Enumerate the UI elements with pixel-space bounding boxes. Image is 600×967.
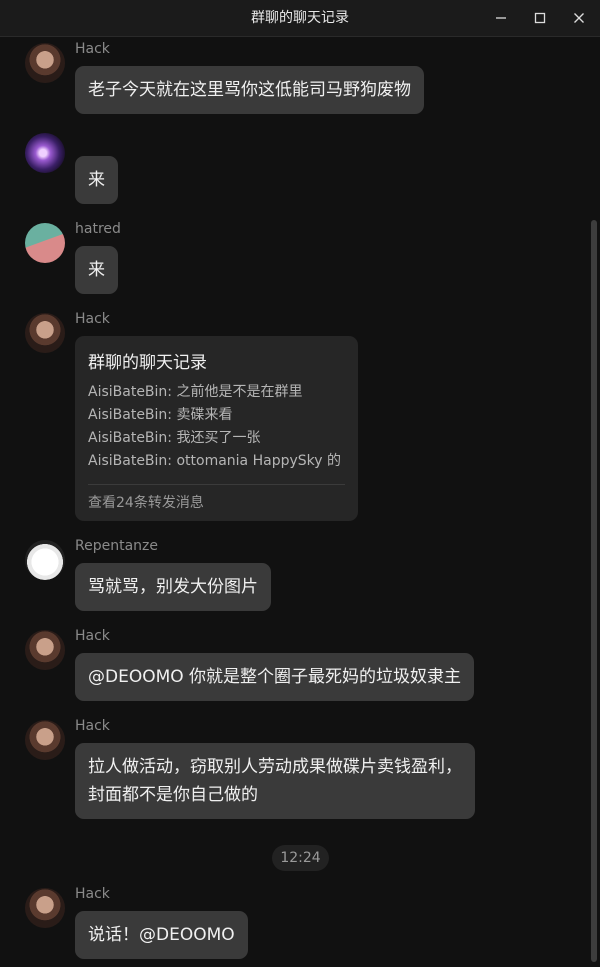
view-forwarded-messages-link[interactable]: 查看24条转发消息 — [88, 492, 204, 512]
forward-line: AisiBateBin: 卖碟来看 — [88, 407, 233, 423]
avatar[interactable] — [25, 888, 65, 928]
avatar[interactable] — [25, 540, 65, 580]
avatar[interactable] — [25, 720, 65, 760]
avatar[interactable] — [25, 223, 65, 263]
message-line: 封面都不是你自己做的 — [88, 785, 258, 805]
avatar[interactable] — [25, 630, 65, 670]
scrollbar[interactable] — [591, 220, 597, 962]
sender-name: Hack — [75, 41, 110, 57]
forward-title: 群聊的聊天记录 — [88, 353, 207, 373]
sender-name: hatred — [75, 221, 121, 237]
forward-line: AisiBateBin: ottomania HappySky 的 — [88, 453, 341, 469]
message-bubble[interactable]: 来 — [75, 246, 118, 294]
sender-name: Hack — [75, 628, 110, 644]
maximize-icon[interactable] — [525, 4, 555, 32]
message-bubble[interactable]: 老子今天就在这里骂你这低能司马野狗废物 — [75, 66, 424, 114]
forwarded-chat-card[interactable]: 群聊的聊天记录 AisiBateBin: 之前他是不是在群里 AisiBateB… — [75, 336, 358, 521]
avatar[interactable] — [25, 313, 65, 353]
sender-name: Repentanze — [75, 538, 158, 554]
sender-name: Hack — [75, 718, 110, 734]
divider — [88, 484, 345, 485]
sender-name: Hack — [75, 886, 110, 902]
message-bubble[interactable]: 骂就骂，别发大份图片 — [75, 563, 271, 611]
forward-line: AisiBateBin: 之前他是不是在群里 — [88, 384, 303, 400]
message-line: 拉人做活动，窃取别人劳动成果做碟片卖钱盈利， — [88, 757, 462, 777]
title-bar: 群聊的聊天记录 — [0, 0, 600, 37]
forward-line: AisiBateBin: 我还买了一张 — [88, 430, 261, 446]
close-icon[interactable] — [564, 4, 594, 32]
message-bubble[interactable]: 拉人做活动，窃取别人劳动成果做碟片卖钱盈利， 封面都不是你自己做的 — [75, 743, 475, 819]
time-divider: 12:24 — [272, 845, 329, 871]
minimize-icon[interactable] — [486, 4, 516, 32]
avatar[interactable] — [25, 133, 65, 173]
message-bubble[interactable]: @DEOOMO 你就是整个圈子最死妈的垃圾奴隶主 — [75, 653, 475, 701]
avatar[interactable] — [25, 43, 65, 83]
message-list[interactable]: Hack 老子今天就在这里骂你这低能司马野狗废物 来 hatred 来 Hack… — [0, 37, 588, 967]
message-bubble[interactable]: 来 — [75, 156, 118, 204]
message-bubble[interactable]: 说话！@DEOOMO — [75, 911, 248, 959]
sender-name: Hack — [75, 311, 110, 327]
